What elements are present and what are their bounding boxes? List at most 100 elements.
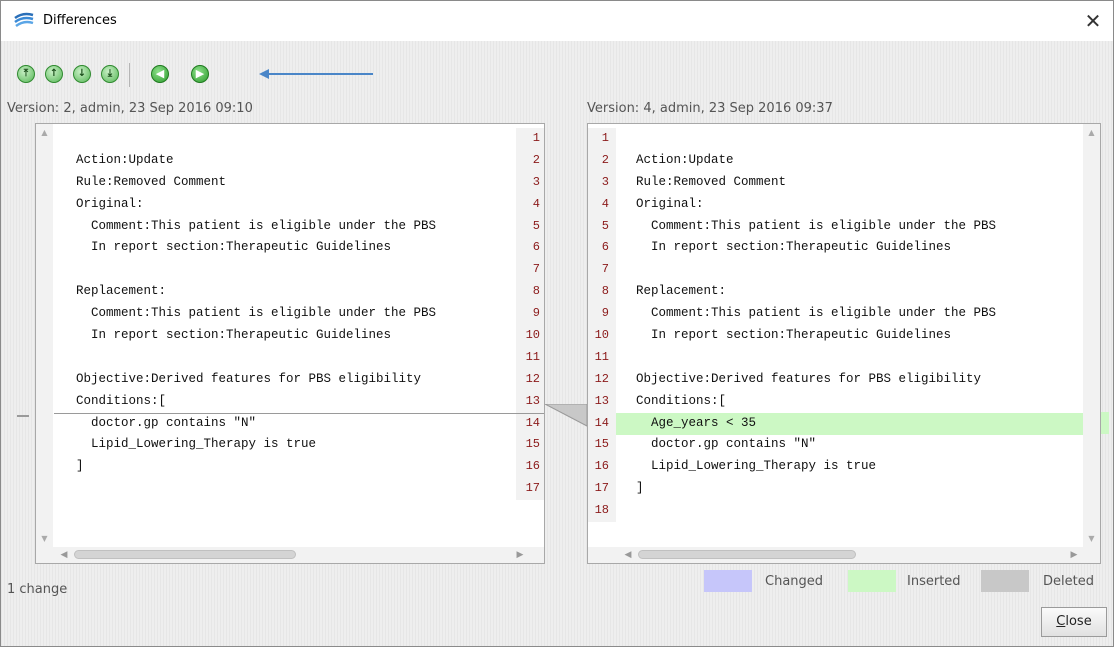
line-number: 15 xyxy=(525,437,540,452)
line-number: 2 xyxy=(601,152,609,167)
forward-button[interactable]: ▶ xyxy=(191,65,209,83)
close-button-mnemonic: C xyxy=(1056,614,1066,629)
line-number: 10 xyxy=(525,328,540,343)
scroll-up-icon[interactable]: ▲ xyxy=(1083,124,1100,141)
code-line: Replacement: xyxy=(636,284,727,299)
first-change-icon: ⤒ xyxy=(23,68,29,79)
line-number: 13 xyxy=(594,393,609,408)
toolbar-separator xyxy=(129,63,130,87)
line-number: 9 xyxy=(532,306,540,321)
code-line: Comment:This patient is eligible under t… xyxy=(76,306,437,321)
code-line: Original: xyxy=(76,196,144,211)
back-arrow-icon: ◀ xyxy=(155,67,165,80)
left-version-label: Version: 2, admin, 23 Sep 2016 09:10 xyxy=(7,101,253,116)
right-vertical-scrollbar[interactable]: ▲ ▼ xyxy=(1083,124,1100,547)
line-number: 16 xyxy=(525,459,540,474)
line-number: 10 xyxy=(594,328,609,343)
last-change-button[interactable]: ⤓ xyxy=(101,65,119,83)
scroll-left-icon[interactable]: ◀ xyxy=(56,547,72,563)
scroll-down-icon[interactable]: ▼ xyxy=(36,530,53,547)
forward-arrow-icon: ▶ xyxy=(195,67,205,80)
line-number: 13 xyxy=(525,393,540,408)
code-line: Rule:Removed Comment xyxy=(636,174,787,189)
previous-change-icon: ↑ xyxy=(49,68,59,79)
dialog-body: ⤒ ↑ ↓ ⤓ ◀ ▶ Version: 2, admin, 23 Sep 20… xyxy=(1,41,1113,646)
left-horizontal-scrollbar[interactable]: ◀ ▶ xyxy=(36,547,544,563)
scroll-left-icon[interactable]: ◀ xyxy=(620,547,636,563)
code-line: Lipid_Lowering_Therapy is true xyxy=(636,459,877,474)
annotation-arrow-line xyxy=(263,73,373,75)
line-number: 5 xyxy=(601,218,609,233)
next-change-icon: ↓ xyxy=(77,68,87,79)
right-horizontal-scrollbar[interactable]: ◀ ▶ xyxy=(588,547,1100,563)
inserted-overview-marker xyxy=(1101,412,1109,434)
next-change-button[interactable]: ↓ xyxy=(73,65,91,83)
line-number: 3 xyxy=(532,174,540,189)
differences-dialog: Differences ✕ ⤒ ↑ ↓ ⤓ ◀ ▶ Version: 2, ad… xyxy=(0,0,1114,647)
left-code-text[interactable]: Action:Update Rule:Removed Comment Origina… xyxy=(76,128,436,500)
left-vertical-scrollbar[interactable]: ▲ ▼ xyxy=(36,124,53,547)
code-line: Objective:Derived features for PBS eligi… xyxy=(636,371,982,386)
line-number: 6 xyxy=(532,240,540,255)
line-number: 8 xyxy=(601,284,609,299)
scroll-up-icon[interactable]: ▲ xyxy=(36,124,53,141)
code-line: Original: xyxy=(636,196,704,211)
change-connector xyxy=(545,404,587,427)
code-line: In report section:Therapeutic Guidelines xyxy=(636,240,952,255)
line-number: 9 xyxy=(601,306,609,321)
first-change-button[interactable]: ⤒ xyxy=(17,65,35,83)
scroll-right-icon[interactable]: ▶ xyxy=(512,547,528,563)
left-scroll-thumb[interactable] xyxy=(74,550,296,559)
code-line: doctor.gp contains "N" xyxy=(636,437,817,452)
left-overview-marker xyxy=(17,415,29,417)
line-number: 11 xyxy=(594,349,609,364)
right-version-label: Version: 4, admin, 23 Sep 2016 09:37 xyxy=(587,101,833,116)
line-number: 8 xyxy=(532,284,540,299)
line-number: 17 xyxy=(525,481,540,496)
line-number: 6 xyxy=(601,240,609,255)
inserted-label: Inserted xyxy=(907,574,961,589)
code-line: Objective:Derived features for PBS eligi… xyxy=(76,371,422,386)
line-number: 12 xyxy=(594,371,609,386)
code-line: ] xyxy=(636,481,644,496)
title-bar: Differences ✕ xyxy=(1,1,1113,41)
line-number: 3 xyxy=(601,174,609,189)
inserted-swatch xyxy=(848,570,896,592)
previous-change-button[interactable]: ↑ xyxy=(45,65,63,83)
right-code-text[interactable]: Action:Update Rule:Removed Comment Origina… xyxy=(636,128,996,522)
left-diff-pane: ▲ ▼ Action:Update Rule:Removed Comment Ori… xyxy=(35,123,545,564)
code-line: Replacement: xyxy=(76,284,167,299)
line-number: 5 xyxy=(532,218,540,233)
code-line: Comment:This patient is eligible under t… xyxy=(636,306,997,321)
line-number: 18 xyxy=(594,503,609,518)
window-close-button[interactable]: ✕ xyxy=(1079,7,1107,35)
code-line: In report section:Therapeutic Guidelines xyxy=(76,240,392,255)
code-line: ] xyxy=(76,459,84,474)
right-scroll-thumb[interactable] xyxy=(638,550,856,559)
code-line: In report section:Therapeutic Guidelines xyxy=(76,328,392,343)
code-line: Action:Update xyxy=(76,152,174,167)
close-button[interactable]: Close xyxy=(1041,607,1107,637)
line-number: 15 xyxy=(594,437,609,452)
scroll-right-icon[interactable]: ▶ xyxy=(1066,547,1082,563)
change-count: 1 change xyxy=(7,582,68,597)
back-button[interactable]: ◀ xyxy=(151,65,169,83)
last-change-icon: ⤓ xyxy=(107,68,113,79)
line-number: 4 xyxy=(601,196,609,211)
line-number: 14 xyxy=(594,415,609,430)
right-diff-pane: 1 2 3 4 5 6 7 8 9 10 11 12 13 14 15 16 17 18 Action:Updat… xyxy=(587,123,1101,564)
code-line: Action:Update xyxy=(636,152,734,167)
line-number: 16 xyxy=(594,459,609,474)
code-line: Comment:This patient is eligible under t… xyxy=(76,218,437,233)
changed-swatch xyxy=(704,570,752,592)
close-icon: ✕ xyxy=(1084,9,1102,33)
code-line: Rule:Removed Comment xyxy=(76,174,227,189)
scroll-down-icon[interactable]: ▼ xyxy=(1083,530,1100,547)
code-line: Comment:This patient is eligible under t… xyxy=(636,218,997,233)
line-number: 4 xyxy=(532,196,540,211)
